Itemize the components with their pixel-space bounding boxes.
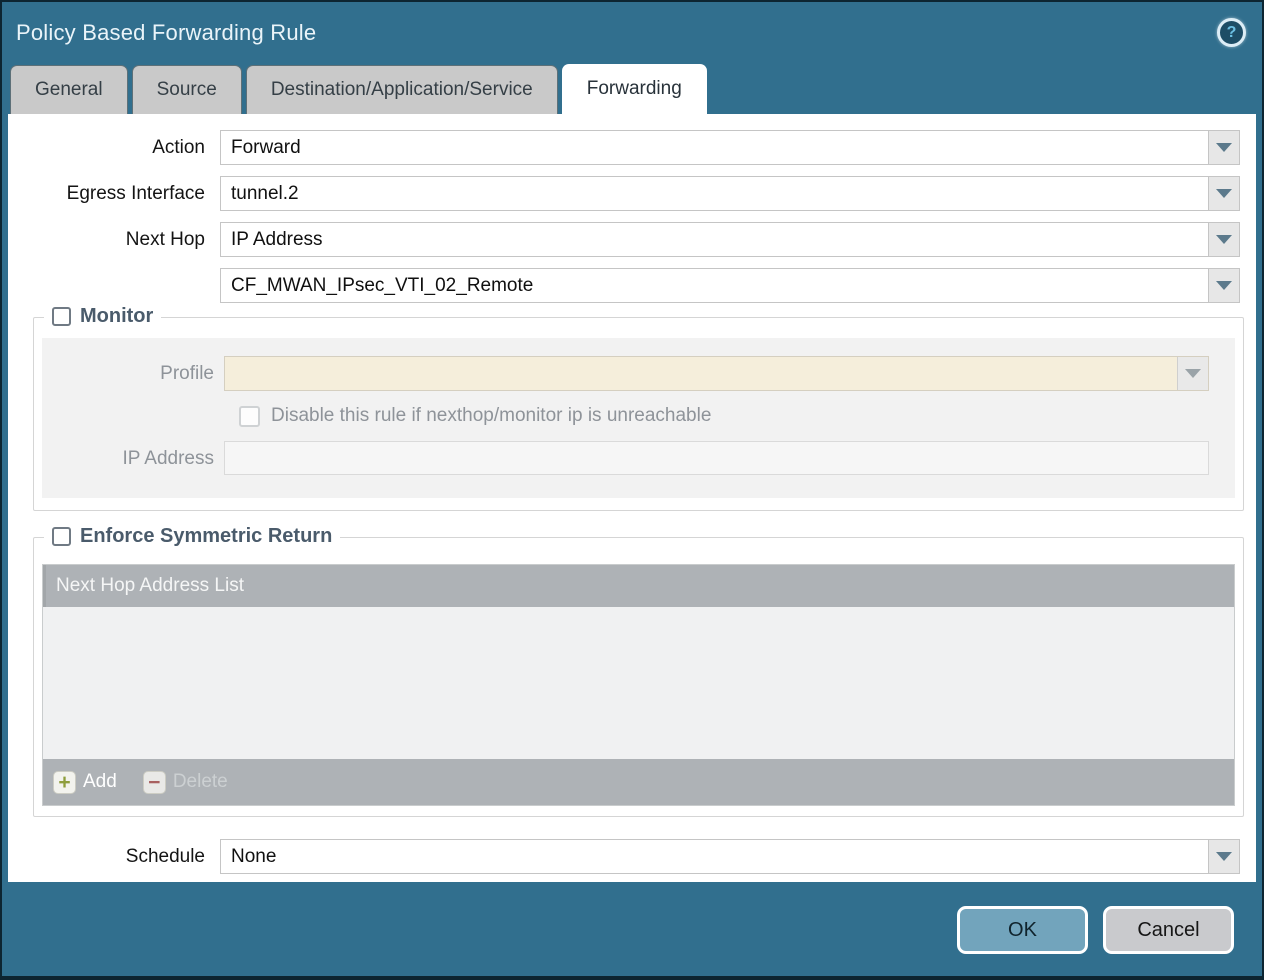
chevron-down-icon [1216,235,1232,244]
delete-button-label: Delete [173,771,228,793]
tab-general[interactable]: General [10,65,128,114]
monitor-legend: Monitor [44,305,161,328]
action-dropdown-value: Forward [221,131,1208,164]
next-hop-field: IP Address [220,222,1240,257]
schedule-dropdown-value: None [221,840,1208,873]
ok-button[interactable]: OK [957,906,1088,954]
egress-interface-dropdown[interactable]: tunnel.2 [220,176,1240,211]
next-hop-address-label-spacer [8,268,213,303]
chevron-down-icon [1216,189,1232,198]
schedule-label: Schedule [8,839,213,874]
egress-interface-label: Egress Interface [8,176,213,211]
schedule-dropdown-button[interactable] [1208,840,1239,873]
monitor-body: Profile Disable this rule if nexthop/mon… [42,338,1235,498]
monitor-checkbox[interactable] [52,307,71,326]
chevron-down-icon [1216,852,1232,861]
profile-dropdown-button [1177,357,1208,390]
egress-interface-row: Egress Interface tunnel.2 [8,176,1256,211]
next-hop-address-list-table: Next Hop Address List + Add − Delete [42,564,1235,806]
monitor-ip-address-label: IP Address [42,441,224,476]
enforce-symmetric-return-checkbox[interactable] [52,527,71,546]
dialog-title: Policy Based Forwarding Rule [16,20,316,46]
next-hop-address-list-body [43,607,1234,759]
monitor-section: Monitor Profile [33,317,1244,511]
profile-field [224,356,1209,391]
disable-rule-checkbox [239,406,260,427]
policy-based-forwarding-dialog: Policy Based Forwarding Rule ? General S… [0,0,1264,980]
delete-button: − Delete [143,771,228,794]
next-hop-type-dropdown[interactable]: IP Address [220,222,1240,257]
tab-bar: General Source Destination/Application/S… [2,64,1262,114]
egress-interface-field: tunnel.2 [220,176,1240,211]
next-hop-address-dropdown-button[interactable] [1208,269,1239,302]
next-hop-address-list-toolbar: + Add − Delete [43,759,1234,805]
dialog-footer: OK Cancel [2,882,1262,978]
tab-source[interactable]: Source [132,65,242,114]
disable-rule-label: Disable this rule if nexthop/monitor ip … [271,405,711,427]
chevron-down-icon [1185,369,1201,378]
tab-source-label: Source [157,79,217,100]
next-hop-type-dropdown-button[interactable] [1208,223,1239,256]
next-hop-label: Next Hop [8,222,213,257]
next-hop-address-row: CF_MWAN_IPsec_VTI_02_Remote [8,268,1256,303]
schedule-row: Schedule None [8,839,1256,874]
cancel-button[interactable]: Cancel [1103,906,1234,954]
profile-dropdown [224,356,1209,391]
action-label: Action [8,130,213,165]
forwarding-tab-panel: Action Forward Egress Interface tunnel.2 [8,114,1256,882]
egress-interface-dropdown-button[interactable] [1208,177,1239,210]
monitor-ip-address-input [224,441,1209,475]
next-hop-address-field: CF_MWAN_IPsec_VTI_02_Remote [220,268,1240,303]
enforce-symmetric-return-section: Enforce Symmetric Return Next Hop Addres… [33,537,1244,817]
add-button[interactable]: + Add [53,771,117,794]
next-hop-type-dropdown-value: IP Address [221,223,1208,256]
tab-forwarding[interactable]: Forwarding [562,64,707,114]
egress-interface-dropdown-value: tunnel.2 [221,177,1208,210]
plus-icon: + [53,771,76,794]
next-hop-address-dropdown-value: CF_MWAN_IPsec_VTI_02_Remote [221,269,1208,302]
next-hop-row: Next Hop IP Address [8,222,1256,257]
tab-general-label: General [35,79,103,100]
action-field: Forward [220,130,1240,165]
schedule-field: None [220,839,1240,874]
action-dropdown[interactable]: Forward [220,130,1240,165]
enforce-symmetric-return-legend-label: Enforce Symmetric Return [80,525,332,548]
disable-rule-row: Disable this rule if nexthop/monitor ip … [239,405,1235,427]
monitor-legend-label: Monitor [80,305,153,328]
schedule-dropdown[interactable]: None [220,839,1240,874]
monitor-ip-address-field-wrap [224,441,1209,476]
profile-dropdown-value [225,357,1177,390]
profile-row: Profile [42,356,1235,391]
tab-forwarding-label: Forwarding [587,78,682,99]
profile-label: Profile [42,356,224,391]
action-dropdown-button[interactable] [1208,131,1239,164]
minus-icon: − [143,771,166,794]
monitor-ip-address-row: IP Address [42,441,1235,476]
add-button-label: Add [83,771,117,793]
enforce-symmetric-return-legend: Enforce Symmetric Return [44,525,340,548]
tab-destination-application-service[interactable]: Destination/Application/Service [246,65,558,114]
help-icon[interactable]: ? [1217,18,1246,47]
chevron-down-icon [1216,281,1232,290]
action-row: Action Forward [8,130,1256,165]
next-hop-address-dropdown[interactable]: CF_MWAN_IPsec_VTI_02_Remote [220,268,1240,303]
next-hop-address-list-header: Next Hop Address List [43,565,1234,607]
dialog-titlebar: Policy Based Forwarding Rule ? [2,2,1262,64]
tab-destination-application-service-label: Destination/Application/Service [271,79,533,100]
chevron-down-icon [1216,143,1232,152]
